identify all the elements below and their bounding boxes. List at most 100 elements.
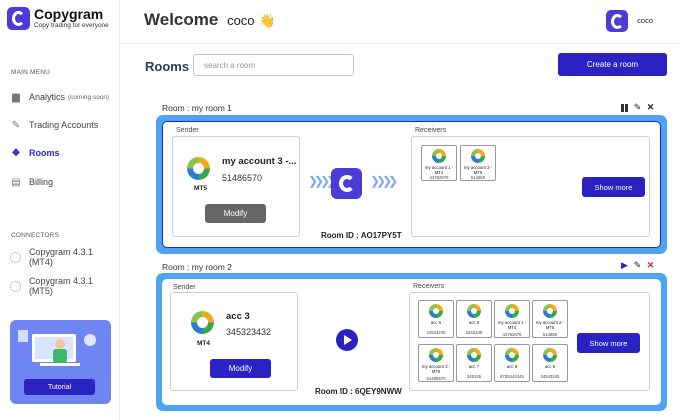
- create-room-button[interactable]: Create a room: [558, 53, 667, 76]
- connector-label: Copygram 4.3.1 (MT4): [28, 247, 93, 267]
- document-icon: ▤: [11, 176, 21, 188]
- show-more-button[interactable]: Show more: [582, 177, 645, 197]
- receiver-card[interactable]: acc 6 34543245: [418, 300, 454, 338]
- sidebar-item-analytics[interactable]: ▆ Analytics (coming soon): [10, 89, 109, 105]
- metatrader-icon: [467, 348, 481, 362]
- chart-icon: ▆: [12, 91, 20, 103]
- welcome-text: Welcome: [144, 10, 219, 29]
- connectors-label: CONNECTORS: [11, 232, 60, 239]
- receiver-card[interactable]: my account 3 - MT5 51486570: [418, 344, 454, 382]
- edit-icon[interactable]: ✎: [633, 260, 642, 270]
- show-more-button[interactable]: Show more: [577, 333, 640, 353]
- metatrader-icon: [429, 348, 443, 362]
- tutorial-card: Tutorial: [10, 320, 111, 404]
- copygram-logo-icon: [331, 168, 362, 199]
- sidebar-item-label: Analytics: [29, 92, 66, 102]
- play-icon[interactable]: ▶: [620, 260, 629, 270]
- receiver-card[interactable]: my account 2 - MT5 514850: [532, 300, 568, 338]
- wrench-icon: ✎: [11, 119, 21, 131]
- room-id: Room ID : AO17PY5T: [321, 231, 402, 240]
- copygram-logo-icon[interactable]: [7, 7, 30, 30]
- modify-button[interactable]: Modify: [210, 359, 271, 378]
- gear-icon: [10, 251, 22, 263]
- avatar[interactable]: [606, 10, 628, 32]
- pause-icon[interactable]: [620, 103, 629, 112]
- tutorial-illustration-icon: [18, 330, 96, 366]
- room-label: Room : my room 1: [162, 103, 232, 113]
- receiver-name: acc 9: [468, 320, 480, 325]
- account-number: 345323432: [226, 327, 272, 337]
- topbar: Welcome coco 👋 coco: [120, 0, 680, 44]
- coming-soon-note: (coming soon): [68, 93, 110, 101]
- close-icon[interactable]: ✕: [646, 260, 655, 270]
- metatrader-icon: [429, 304, 443, 318]
- sender-panel: MT4 acc 3 345323432 Modify: [170, 292, 298, 391]
- arrow-right-icon: ❯❯❯❯: [308, 174, 336, 188]
- sidebar-item-label: Trading Accounts: [29, 120, 99, 130]
- metatrader-icon: [187, 157, 210, 180]
- waving-hand-icon: 👋: [259, 13, 276, 28]
- sidebar-item-trading-accounts[interactable]: ✎ Trading Accounts: [10, 117, 98, 133]
- metatrader-icon: [471, 149, 485, 163]
- metatrader-icon: [432, 149, 446, 163]
- sidebar-item-billing[interactable]: ▤ Billing: [10, 174, 53, 190]
- receiver-name: acc 8: [506, 364, 518, 369]
- receiver-card[interactable]: acc 8 8765444345: [494, 344, 530, 382]
- welcome-heading: Welcome coco 👋: [144, 10, 275, 30]
- welcome-user: coco: [227, 13, 255, 28]
- receiver-number: 34543245: [540, 374, 560, 379]
- metatrader-icon: [467, 304, 481, 318]
- user-name[interactable]: coco: [637, 16, 653, 25]
- receiver-name: acc 5: [544, 364, 556, 369]
- receiver-card[interactable]: acc 7 345345: [456, 344, 492, 382]
- sender-title: Sender: [173, 284, 196, 291]
- sender-panel: MT5 my account 3 -... 51486570 Modify: [172, 136, 300, 237]
- receiver-name: acc 6: [430, 320, 442, 325]
- receiver-card[interactable]: my account 1 - MT4 44762678: [421, 145, 457, 181]
- receiver-number: 8765444345: [500, 374, 524, 379]
- play-icon[interactable]: [336, 329, 358, 351]
- search-input[interactable]: [193, 54, 354, 76]
- receiver-number: 514850: [542, 332, 558, 337]
- edit-icon[interactable]: ✎: [633, 102, 642, 112]
- connector-mt4-link[interactable]: Copygram 4.3.1 (MT4): [10, 247, 119, 267]
- platform-label: MT5: [194, 185, 207, 192]
- modify-button[interactable]: Modify: [205, 204, 266, 223]
- tutorial-button[interactable]: Tutorial: [24, 379, 95, 395]
- receivers-title: Receivers: [413, 283, 445, 290]
- connector-mt5-link[interactable]: Copygram 4.3.1 (MT5): [10, 276, 119, 296]
- brand-tagline: Copy trading for everyone: [34, 22, 109, 29]
- sender-title: Sender: [176, 127, 199, 134]
- room-id: Room ID : 6QEY9NWW: [315, 387, 402, 396]
- receiver-name: my account 1 - MT4: [497, 320, 527, 331]
- close-icon[interactable]: ✕: [646, 102, 655, 112]
- receiver-card[interactable]: my account 3 - MT5 514850: [460, 145, 496, 181]
- sidebar-item-label: Billing: [29, 177, 54, 187]
- metatrader-icon: [543, 348, 557, 362]
- platform-label: MT4: [197, 340, 210, 347]
- sidebar-item-rooms[interactable]: ❖ Rooms: [10, 145, 60, 161]
- receiver-number: 345345: [466, 374, 482, 379]
- receiver-card[interactable]: acc 9 2342345: [456, 300, 492, 338]
- metatrader-icon: [191, 311, 214, 334]
- room-card-inner: Sender MT5 my account 3 -... 51486570 Mo…: [162, 121, 661, 248]
- room-card: Sender MT4 acc 3 345323432 Modify Room I…: [156, 273, 667, 411]
- receiver-number: 2342345: [465, 330, 483, 335]
- metatrader-icon: [543, 304, 557, 318]
- gear-icon: [10, 280, 22, 292]
- receiver-number: 51486570: [426, 376, 446, 381]
- receiver-number: 34543245: [426, 330, 446, 335]
- receiver-name: my account 2 - MT5: [535, 320, 565, 331]
- metatrader-icon: [505, 348, 519, 362]
- account-name: acc 3: [226, 311, 250, 322]
- receivers-panel: acc 6 34543245 acc 9 2342345 my account …: [409, 292, 650, 391]
- receiver-card[interactable]: my account 1 - MT4 44762678: [494, 300, 530, 338]
- receivers-panel: my account 1 - MT4 44762678 my account 3…: [411, 136, 650, 237]
- receiver-number: 44762678: [502, 332, 522, 337]
- receiver-card[interactable]: acc 5 34543245: [532, 344, 568, 382]
- room-label: Room : my room 2: [162, 262, 232, 272]
- receiver-name: my account 3 - MT5: [463, 165, 493, 176]
- account-name: my account 3 -...: [222, 156, 297, 167]
- receivers-title: Receivers: [415, 127, 447, 134]
- sidebar-item-label: Rooms: [29, 148, 60, 158]
